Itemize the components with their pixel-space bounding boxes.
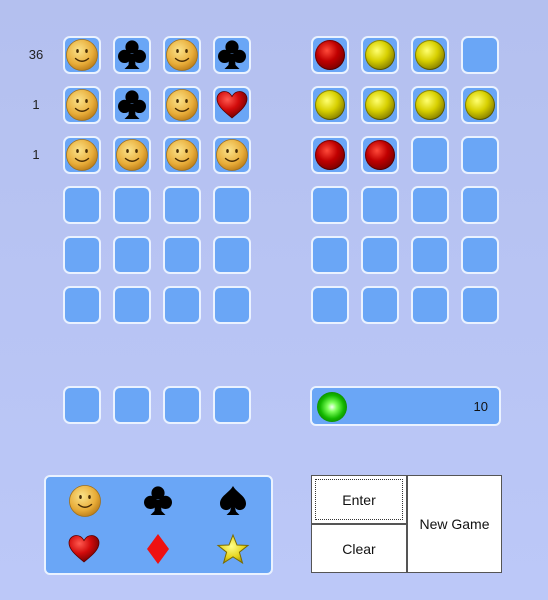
club-icon	[116, 38, 148, 72]
red-peg-icon	[315, 40, 345, 70]
feedback-slot	[311, 136, 349, 174]
guess-slot	[213, 236, 251, 274]
guess-slot	[213, 36, 251, 74]
palette-heart-icon[interactable]	[65, 530, 103, 568]
palette-spade-icon[interactable]	[214, 482, 252, 520]
feedback-slot	[411, 136, 449, 174]
new-game-button[interactable]: New Game	[407, 475, 502, 573]
feedback-slot	[361, 36, 399, 74]
feedback-slot	[411, 286, 449, 324]
feedback-slot	[461, 36, 499, 74]
guess-slot	[163, 86, 201, 124]
guess-slot	[113, 136, 151, 174]
smiley-icon	[115, 138, 149, 172]
row-match-count: 1	[32, 147, 40, 162]
feedback-slot	[311, 36, 349, 74]
smiley-icon	[165, 138, 199, 172]
guess-slot	[63, 86, 101, 124]
feedback-slot	[411, 36, 449, 74]
palette-star-icon[interactable]	[214, 530, 252, 568]
yellow-peg-icon	[365, 90, 395, 120]
guess-slot	[163, 136, 201, 174]
guess-slot	[213, 186, 251, 224]
smiley-icon	[165, 88, 199, 122]
smiley-icon	[165, 38, 199, 72]
heart-icon	[215, 89, 249, 121]
current-guess-slot[interactable]	[163, 386, 201, 424]
feedback-slot	[411, 236, 449, 274]
current-guess-slot[interactable]	[63, 386, 101, 424]
feedback-slot	[361, 236, 399, 274]
guess-slot	[63, 236, 101, 274]
feedback-slot	[411, 86, 449, 124]
row-match-count: 36	[28, 47, 44, 62]
feedback-slot	[311, 236, 349, 274]
current-guess-slot[interactable]	[113, 386, 151, 424]
guess-slot	[163, 36, 201, 74]
feedback-slot	[411, 186, 449, 224]
yellow-peg-icon	[365, 40, 395, 70]
feedback-slot	[361, 136, 399, 174]
status-bar: 10	[310, 386, 501, 426]
feedback-slot	[461, 236, 499, 274]
current-guess-slot[interactable]	[213, 386, 251, 424]
red-peg-icon	[315, 140, 345, 170]
clear-button[interactable]: Clear	[311, 524, 407, 573]
guess-slot	[213, 286, 251, 324]
guess-slot	[113, 86, 151, 124]
guess-slot	[113, 236, 151, 274]
feedback-slot	[461, 186, 499, 224]
guess-slot	[213, 86, 251, 124]
smiley-icon	[215, 138, 249, 172]
yellow-peg-icon	[415, 90, 445, 120]
score-value: 10	[473, 399, 488, 414]
guess-slot	[113, 186, 151, 224]
club-icon	[116, 88, 148, 122]
feedback-slot	[461, 286, 499, 324]
guess-slot	[63, 36, 101, 74]
green-orb-icon	[317, 392, 347, 422]
yellow-peg-icon	[315, 90, 345, 120]
guess-slot	[113, 36, 151, 74]
guess-slot	[163, 186, 201, 224]
feedback-slot	[461, 86, 499, 124]
guess-slot	[63, 136, 101, 174]
guess-slot	[163, 286, 201, 324]
row-match-count: 1	[32, 97, 40, 112]
guess-slot	[63, 286, 101, 324]
feedback-slot	[361, 86, 399, 124]
feedback-slot	[311, 86, 349, 124]
yellow-peg-icon	[415, 40, 445, 70]
smiley-icon	[65, 138, 99, 172]
guess-slot	[213, 136, 251, 174]
club-icon	[216, 38, 248, 72]
feedback-slot	[311, 186, 349, 224]
symbol-palette	[44, 475, 273, 575]
feedback-slot	[311, 286, 349, 324]
smiley-icon	[65, 88, 99, 122]
enter-button[interactable]: Enter	[311, 475, 407, 524]
feedback-slot	[361, 186, 399, 224]
red-peg-icon	[365, 140, 395, 170]
palette-diamond-icon[interactable]	[139, 530, 177, 568]
palette-club-icon[interactable]	[139, 482, 177, 520]
feedback-slot	[461, 136, 499, 174]
yellow-peg-icon	[465, 90, 495, 120]
feedback-slot	[361, 286, 399, 324]
guess-slot	[163, 236, 201, 274]
smiley-icon	[65, 38, 99, 72]
palette-smiley-icon[interactable]	[66, 482, 104, 520]
guess-slot	[113, 286, 151, 324]
guess-slot	[63, 186, 101, 224]
